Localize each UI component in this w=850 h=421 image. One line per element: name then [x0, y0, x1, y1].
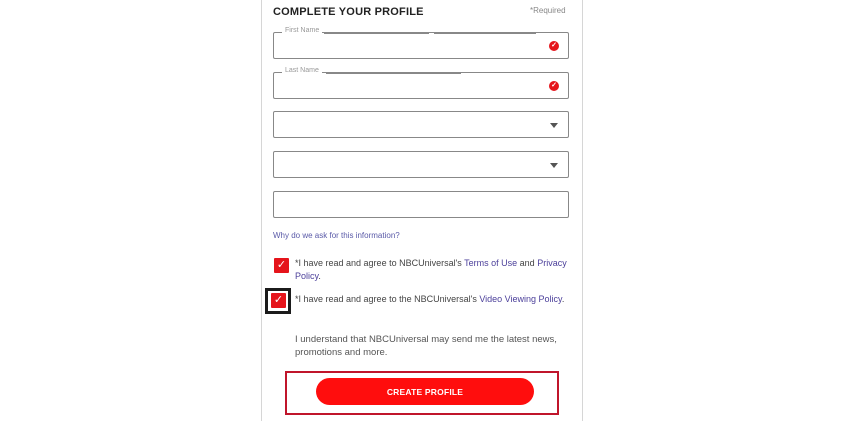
terms-of-use-link[interactable]: Terms of Use: [464, 258, 517, 268]
check-icon: ✓: [273, 294, 284, 306]
label-underline: [434, 33, 536, 34]
terms-consent-text: *I have read and agree to NBCUniversal's…: [295, 257, 580, 283]
terms-checkbox[interactable]: ✓: [274, 258, 289, 273]
first-name-label: First Name: [282, 27, 323, 34]
consent-text: .: [318, 271, 321, 281]
label-underline: [324, 33, 429, 34]
required-note: *Required: [530, 6, 566, 15]
video-viewing-policy-link[interactable]: Video Viewing Policy: [479, 294, 562, 304]
video-policy-checkbox[interactable]: ✓: [271, 293, 286, 308]
label-underline: [326, 73, 461, 74]
error-icon: ✓: [549, 41, 559, 51]
why-info-link[interactable]: Why do we ask for this information?: [273, 231, 400, 240]
select-field-1[interactable]: [273, 111, 569, 138]
first-name-field[interactable]: First Name ✓: [273, 27, 569, 59]
consent-text: and: [517, 258, 538, 268]
text-field[interactable]: [273, 191, 569, 218]
form-title: COMPLETE YOUR PROFILE: [273, 6, 424, 18]
check-icon: ✓: [276, 259, 287, 271]
news-optin-text: I understand that NBCUniversal may send …: [295, 334, 557, 358]
consent-text: .: [561, 294, 565, 304]
chevron-down-icon: [550, 163, 558, 168]
consent-text: *I have read and agree to the NBCUnivers…: [295, 294, 480, 304]
chevron-down-icon: [550, 123, 558, 128]
create-profile-button[interactable]: CREATE PROFILE: [316, 378, 534, 405]
consent-text: *I have read and agree to NBCUniversal's: [295, 258, 465, 268]
last-name-label: Last Name: [282, 67, 322, 74]
select-field-2[interactable]: [273, 151, 569, 178]
last-name-field[interactable]: Last Name ✓: [273, 67, 569, 99]
video-consent-text: *I have read and agree to the NBCUnivers…: [295, 293, 585, 306]
error-icon: ✓: [549, 81, 559, 91]
